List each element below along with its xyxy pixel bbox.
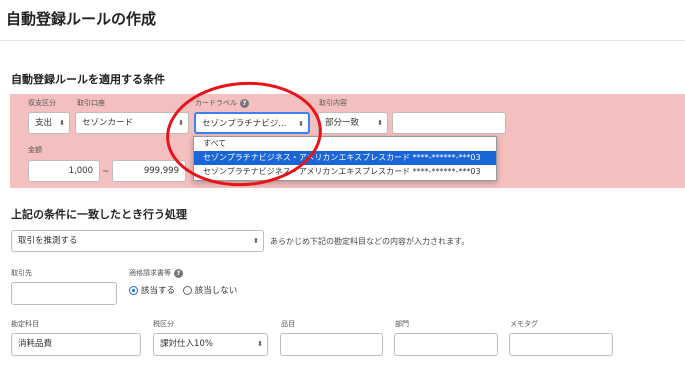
- income-type-label: 収支区分: [28, 99, 56, 107]
- dropdown-option-selected[interactable]: セゾンプラチナビジネス・アメリカンエキスプレスカード ****-******-*…: [194, 151, 496, 165]
- help-icon[interactable]: ?: [240, 98, 249, 108]
- select-arrow-icon: ⬍: [377, 119, 383, 127]
- account-label: 取引口座: [77, 99, 105, 107]
- description-match-select[interactable]: 部分一致 ⬍: [318, 112, 388, 134]
- account-select[interactable]: セゾンカード ⬍: [75, 112, 189, 134]
- income-type-select[interactable]: 支出 ⬍: [28, 112, 70, 134]
- department-input[interactable]: [394, 333, 498, 356]
- tax-label: 税区分: [153, 320, 174, 328]
- partner-label: 取引先: [11, 269, 32, 277]
- invoice-radio-no-label: 該当しない: [194, 286, 238, 296]
- select-arrow-icon: ⬍: [257, 340, 263, 348]
- amount-label: 金額: [28, 146, 42, 154]
- income-type-value: 支出: [35, 118, 53, 128]
- account-value: セゾンカード: [82, 118, 134, 128]
- conditions-section-title: 自動登録ルールを適用する条件: [11, 73, 165, 86]
- invoice-radio-group: 該当する 該当しない: [129, 284, 242, 296]
- helper-text: あらかじめ下記の勘定科目などの内容が入力されます。: [270, 237, 470, 246]
- card-label-select[interactable]: セゾンプラチナビジ... ⬍: [194, 112, 310, 134]
- dropdown-option[interactable]: セゾンプラチナビジネス・アメリカンエキスプレスカード ****-******-*…: [194, 165, 496, 179]
- department-label: 部門: [395, 320, 409, 328]
- select-arrow-icon: ⬍: [253, 237, 259, 245]
- processing-section-title: 上記の条件に一致したとき行う処理: [11, 208, 187, 221]
- description-match-value: 部分一致: [325, 118, 360, 128]
- amount-max-input[interactable]: 999,999: [112, 160, 186, 182]
- memo-tag-input[interactable]: [509, 333, 613, 356]
- account-item-input[interactable]: 消耗品費: [11, 333, 141, 356]
- action-value: 取引を推測する: [18, 236, 78, 246]
- tax-select[interactable]: 課対仕入10% ⬍: [153, 333, 268, 356]
- item-label: 品目: [281, 320, 295, 328]
- invoice-radio-no[interactable]: [182, 285, 192, 295]
- action-select[interactable]: 取引を推測する ⬍: [11, 230, 264, 252]
- partner-input[interactable]: [11, 282, 117, 305]
- item-input[interactable]: [280, 333, 383, 356]
- card-label-label: カードラベル?: [195, 98, 249, 108]
- invoice-label: 適格請求書等?: [129, 268, 183, 278]
- invoice-radio-yes[interactable]: [129, 285, 138, 295]
- amount-min-input[interactable]: 1,000: [28, 160, 100, 182]
- select-arrow-icon: ⬍: [298, 120, 304, 128]
- invoice-radio-yes-label: 該当する: [141, 286, 176, 296]
- description-text-input[interactable]: [392, 112, 506, 134]
- memo-tag-label: メモタグ: [510, 320, 538, 328]
- select-arrow-icon: ⬍: [59, 119, 65, 127]
- tax-value: 課対仕入10%: [160, 339, 213, 349]
- select-arrow-icon: ⬍: [178, 119, 184, 127]
- title-divider: [0, 40, 685, 41]
- card-label-dropdown: すべて セゾンプラチナビジネス・アメリカンエキスプレスカード ****-****…: [193, 136, 497, 181]
- card-label-value: セゾンプラチナビジ...: [202, 119, 287, 129]
- page-title: 自動登録ルールの作成: [6, 10, 157, 28]
- amount-separator: ~: [102, 167, 110, 177]
- dropdown-option[interactable]: すべて: [194, 137, 496, 151]
- account-item-label: 勘定科目: [11, 320, 39, 328]
- description-label: 取引内容: [319, 99, 347, 107]
- help-icon[interactable]: ?: [174, 268, 183, 278]
